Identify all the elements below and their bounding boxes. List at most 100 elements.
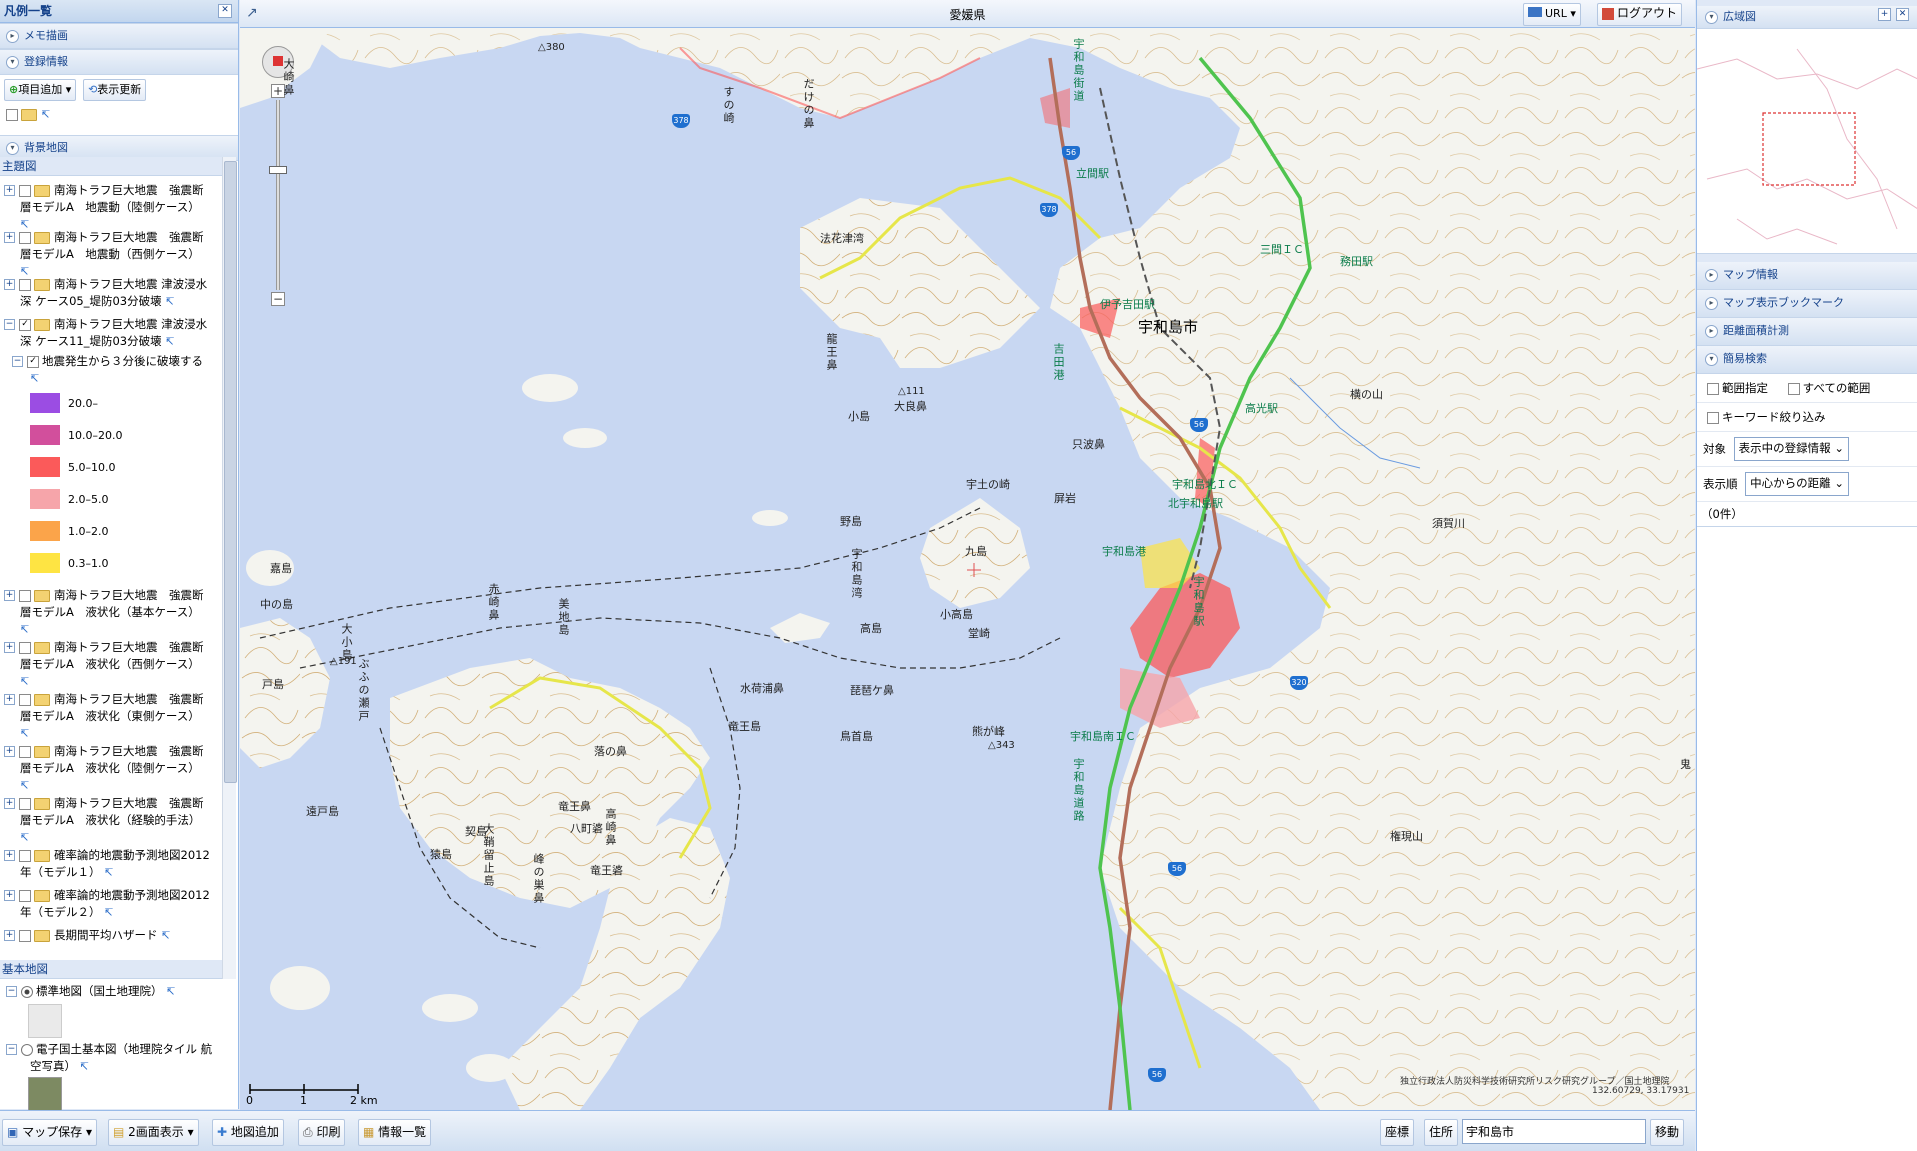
collapse-icon[interactable]: − <box>12 356 23 367</box>
expand-icon[interactable]: + <box>4 746 15 757</box>
radio-selected[interactable] <box>21 985 33 998</box>
layer-checkbox[interactable] <box>19 745 31 758</box>
info-list-button[interactable]: ▦ 情報一覧 <box>358 1119 432 1146</box>
layer-item[interactable]: + 南海トラフ巨大地震 強震断 層モデルA 液状化（西側ケース） ↸ <box>0 639 222 691</box>
coordinate-button[interactable]: 座標 <box>1380 1119 1415 1146</box>
expand-icon[interactable]: + <box>4 890 15 901</box>
layer-item[interactable]: + 確率論的地震動予測地図2012 年（モデル１） ↸ <box>0 847 222 887</box>
overview-map[interactable] <box>1697 29 1917 254</box>
range-spec-checkbox[interactable] <box>1707 382 1719 395</box>
expand-icon[interactable]: + <box>4 850 15 861</box>
link-icon[interactable]: ↸ <box>20 266 30 277</box>
distance-area-section[interactable]: ▸ 距離面積計測 <box>1697 318 1917 346</box>
expand-icon[interactable]: + <box>4 185 15 196</box>
base-map-item[interactable]: − 標準地図（国土地理院） ↸ <box>6 983 222 1041</box>
expand-icon[interactable]: + <box>4 642 15 653</box>
expand-icon[interactable]: + <box>4 930 15 941</box>
move-button[interactable]: 移動 <box>1650 1119 1685 1146</box>
link-icon[interactable]: ↸ <box>20 676 30 687</box>
layer-checkbox[interactable] <box>19 929 31 942</box>
refresh-button[interactable]: ⟲表示更新 <box>83 79 147 101</box>
address-button[interactable]: 住所 <box>1424 1119 1459 1146</box>
base-map-item[interactable]: − 電子国土基本図（地理院タイル 航 空写真） ↸ <box>6 1041 222 1111</box>
link-icon[interactable]: ↸ <box>20 219 30 230</box>
link-icon[interactable]: ↸ <box>104 867 114 878</box>
layer-checkbox[interactable]: ✓ <box>19 318 31 331</box>
expand-icon[interactable]: + <box>4 232 15 243</box>
link-icon[interactable]: ↸ <box>20 728 30 739</box>
order-select[interactable]: 中心からの距離 ⌄ <box>1745 472 1849 496</box>
zoom-slider-handle[interactable] <box>269 166 287 174</box>
simple-search-section[interactable]: ▾ 簡易検索 <box>1697 346 1917 374</box>
link-icon[interactable]: ↸ <box>165 336 175 347</box>
layer-item[interactable]: + 確率論的地震動予測地図2012 年（モデル２） ↸ <box>0 887 222 927</box>
collapse-icon[interactable]: − <box>6 1044 17 1055</box>
url-button[interactable]: URL ▾ <box>1523 3 1581 26</box>
layer-checkbox[interactable] <box>19 693 31 706</box>
print-button[interactable]: ⎙ 印刷 <box>298 1119 346 1146</box>
layer-checkbox[interactable] <box>19 231 31 244</box>
expand-icon[interactable]: + <box>4 590 15 601</box>
link-icon[interactable]: ↸ <box>30 373 40 384</box>
layer-item[interactable]: + 長期間平均ハザード ↸ <box>0 927 222 951</box>
link-icon[interactable]: ↸ <box>20 780 30 791</box>
add-item-button[interactable]: ⊕項目追加 ▾ <box>4 79 77 101</box>
link-icon[interactable]: ↸ <box>161 930 171 941</box>
link-icon[interactable]: ↸ <box>166 986 176 997</box>
layer-item[interactable]: + 南海トラフ巨大地震 強震断 層モデルA 液状化（経験的手法） ↸ <box>0 795 222 847</box>
add-map-button[interactable]: ✚ 地図追加 <box>212 1119 284 1146</box>
map-canvas[interactable]: + − 法花津湾 宇和島市 小島 大良鼻 只波鼻 宇土の崎 屏岩 野島 九島 宇… <box>240 28 1695 1110</box>
link-icon[interactable]: ↸ <box>20 624 30 635</box>
sublayer-checkbox[interactable]: ✓ <box>27 355 39 368</box>
zoom-slider-track[interactable] <box>276 100 280 290</box>
address-search-input[interactable] <box>1462 1119 1646 1144</box>
link-icon[interactable]: ↸ <box>165 296 175 307</box>
layer-checkbox[interactable] <box>19 589 31 602</box>
link-icon[interactable]: ↸ <box>80 1061 90 1072</box>
target-select[interactable]: 表示中の登録情報 ⌄ <box>1733 437 1849 461</box>
overview-section-header[interactable]: ▾ 広域図 + ✕ <box>1697 6 1917 29</box>
layer-checkbox[interactable] <box>19 889 31 902</box>
overview-zoom-icon[interactable]: + <box>1878 8 1891 21</box>
map-info-section[interactable]: ▸ マップ情報 <box>1697 262 1917 290</box>
layer-item[interactable]: + 南海トラフ巨大地震 強震断 層モデルA 液状化（基本ケース） ↸ <box>0 587 222 639</box>
expand-icon[interactable]: + <box>4 279 15 290</box>
zoom-out-button[interactable]: − <box>271 292 285 306</box>
sublayer-item[interactable]: − ✓ 地震発生から３分後に破壊する ↸ <box>0 353 222 387</box>
layer-item[interactable]: + 南海トラフ巨大地震 津波浸水 深 ケース05_堤防03分破壊 ↸ <box>0 276 222 316</box>
layer-item[interactable]: + 南海トラフ巨大地震 強震断 層モデルA 地震動（陸側ケース） ↸ <box>0 182 222 230</box>
bookmark-section[interactable]: ▸ マップ表示ブックマーク <box>1697 290 1917 318</box>
link-icon[interactable]: ↸ <box>41 109 51 120</box>
link-icon[interactable]: ↸ <box>104 907 114 918</box>
expand-icon[interactable]: + <box>4 694 15 705</box>
scrollbar-thumb[interactable] <box>224 161 237 783</box>
layer-item-active[interactable]: − ✓ 南海トラフ巨大地震 津波浸水 深 ケース11_堤防03分破壊 ↸ <box>0 316 222 353</box>
registration-section-header[interactable]: ▾ 登録情報 <box>0 49 238 75</box>
dual-view-button[interactable]: ▤ 2画面表示 ▾ <box>108 1119 199 1146</box>
map-label: 水荷浦鼻 <box>740 682 784 695</box>
layer-checkbox[interactable] <box>19 849 31 862</box>
all-range-checkbox[interactable] <box>1787 382 1800 395</box>
layer-item[interactable]: + 南海トラフ巨大地震 強震断 層モデルA 液状化（東側ケース） ↸ <box>0 691 222 743</box>
layer-checkbox[interactable] <box>19 278 31 291</box>
link-icon[interactable]: ↸ <box>20 832 30 843</box>
layer-checkbox[interactable] <box>19 797 31 810</box>
layer-item[interactable]: + 南海トラフ巨大地震 強震断 層モデルA 液状化（陸側ケース） ↸ <box>0 743 222 795</box>
radio-unselected[interactable] <box>21 1043 33 1056</box>
logout-button[interactable]: ログアウト <box>1597 3 1683 26</box>
collapse-icon[interactable]: − <box>6 986 17 997</box>
base-map-tree: 基本地図 − 標準地図（国土地理院） ↸ − 電子国土基本図（地理院タイル 航 空写… <box>0 960 222 1111</box>
registration-checkbox[interactable] <box>6 108 18 121</box>
theme-tree-scrollbar[interactable] <box>222 157 237 979</box>
collapse-left-icon[interactable]: ✕ <box>218 4 232 18</box>
keyword-checkbox[interactable] <box>1707 411 1719 424</box>
save-map-button[interactable]: ▣ マップ保存 ▾ <box>2 1119 98 1146</box>
overview-close-icon[interactable]: ✕ <box>1896 8 1909 21</box>
map-label: 龍王鼻 <box>825 333 838 372</box>
collapse-icon[interactable]: − <box>4 319 15 330</box>
layer-checkbox[interactable] <box>19 641 31 654</box>
layer-item[interactable]: + 南海トラフ巨大地震 強震断 層モデルA 地震動（西側ケース） ↸ <box>0 229 222 277</box>
expand-icon[interactable]: + <box>4 798 15 809</box>
layer-checkbox[interactable] <box>19 184 31 197</box>
memo-section-header[interactable]: ▸ メモ描画 <box>0 23 238 49</box>
